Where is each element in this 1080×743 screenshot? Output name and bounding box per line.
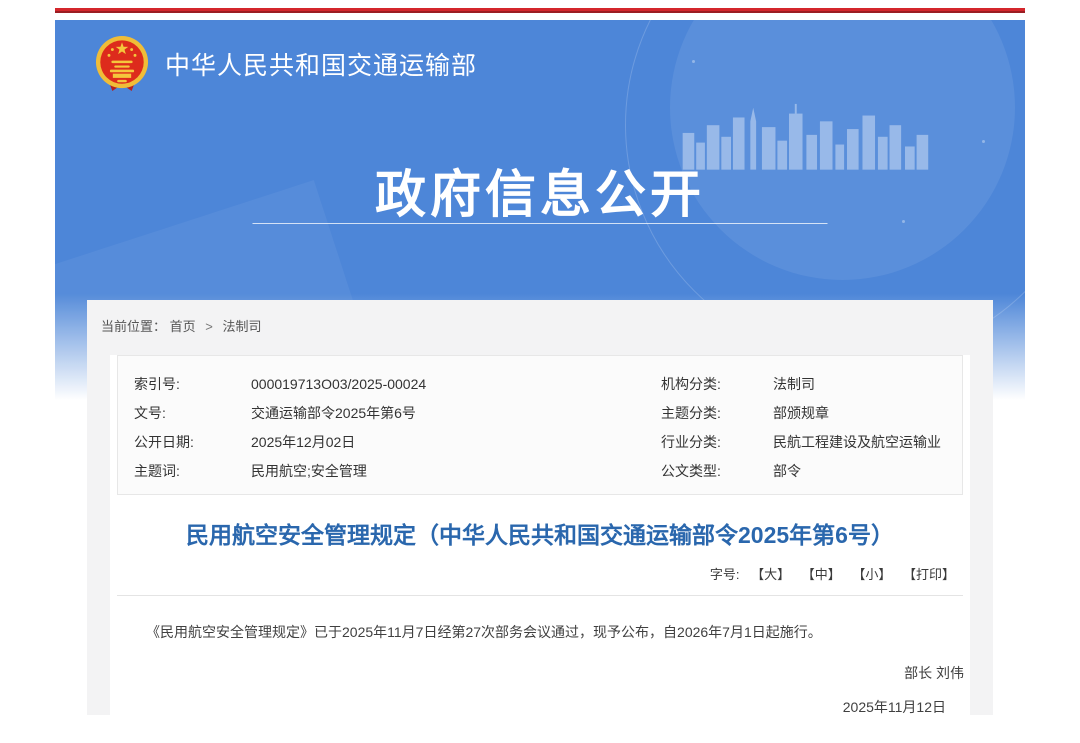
document-meta-table: 索引号: 000019713O03/2025-00024 机构分类: 法制司 文… [117, 355, 963, 495]
banner-title: 政府信息公开 [55, 153, 1025, 227]
article-card: 索引号: 000019713O03/2025-00024 机构分类: 法制司 文… [110, 355, 970, 723]
meta-value: 000019713O03/2025-00024 [251, 376, 661, 392]
dot-decoration [692, 60, 695, 63]
font-large-button[interactable]: 【大】 [751, 567, 790, 582]
meta-value: 民用航空;安全管理 [251, 461, 661, 481]
breadcrumb-separator: > [205, 319, 213, 334]
meta-row: 文号: 交通运输部令2025年第6号 主题分类: 部颁规章 [118, 398, 962, 427]
print-button[interactable]: 【打印】 [903, 567, 955, 582]
signature-date: 2025年11月12日 [110, 697, 946, 717]
top-red-bar [55, 8, 1025, 13]
breadcrumb-home-link[interactable]: 首页 [170, 319, 196, 334]
page: 中华人民共和国交通运输部 政府信息公开 当前位置： 首页 > 法制司 索引号: … [0, 0, 1080, 743]
meta-row: 索引号: 000019713O03/2025-00024 机构分类: 法制司 [118, 369, 962, 398]
meta-label: 主题分类: [661, 403, 773, 423]
national-emblem-icon [95, 35, 149, 93]
breadcrumb-section-link[interactable]: 法制司 [223, 319, 262, 334]
meta-row: 主题词: 民用航空;安全管理 公文类型: 部令 [118, 456, 962, 485]
content-panel: 当前位置： 首页 > 法制司 索引号: 000019713O03/2025-00… [87, 300, 993, 715]
meta-label: 文号: [134, 403, 251, 423]
meta-value: 部令 [773, 461, 962, 481]
font-size-label: 字号: [710, 567, 740, 582]
meta-row: 公开日期: 2025年12月02日 行业分类: 民航工程建设及航空运输业 [118, 427, 962, 456]
article-title: 民用航空安全管理规定（中华人民共和国交通运输部令2025年第6号） [118, 516, 962, 550]
article-body: 《民用航空安全管理规定》已于2025年11月7日经第27次部务会议通过，现予公布… [118, 621, 962, 643]
dot-decoration [982, 140, 985, 143]
meta-value: 法制司 [773, 374, 962, 394]
org-name: 中华人民共和国交通运输部 [165, 46, 477, 82]
breadcrumb-label: 当前位置： [101, 319, 166, 334]
meta-label: 公开日期: [134, 432, 251, 452]
meta-label: 公文类型: [661, 461, 773, 481]
font-small-button[interactable]: 【小】 [852, 567, 891, 582]
font-size-toolbar: 字号: 【大】 【中】 【小】 【打印】 [117, 564, 963, 596]
breadcrumb: 当前位置： 首页 > 法制司 [87, 300, 993, 347]
meta-value: 民航工程建设及航空运输业 [773, 432, 962, 452]
meta-label: 机构分类: [661, 374, 773, 394]
banner-underline [253, 223, 828, 224]
signature-name: 部长 刘伟 [110, 663, 964, 683]
site-identity: 中华人民共和国交通运输部 [95, 35, 477, 93]
font-medium-button[interactable]: 【中】 [802, 567, 841, 582]
meta-label: 索引号: [134, 374, 251, 394]
meta-value: 2025年12月02日 [251, 432, 661, 452]
meta-label: 主题词: [134, 461, 251, 481]
meta-value: 交通运输部令2025年第6号 [251, 403, 661, 423]
meta-label: 行业分类: [661, 432, 773, 452]
page-band: 中华人民共和国交通运输部 政府信息公开 当前位置： 首页 > 法制司 索引号: … [55, 0, 1025, 743]
meta-value: 部颁规章 [773, 403, 962, 423]
